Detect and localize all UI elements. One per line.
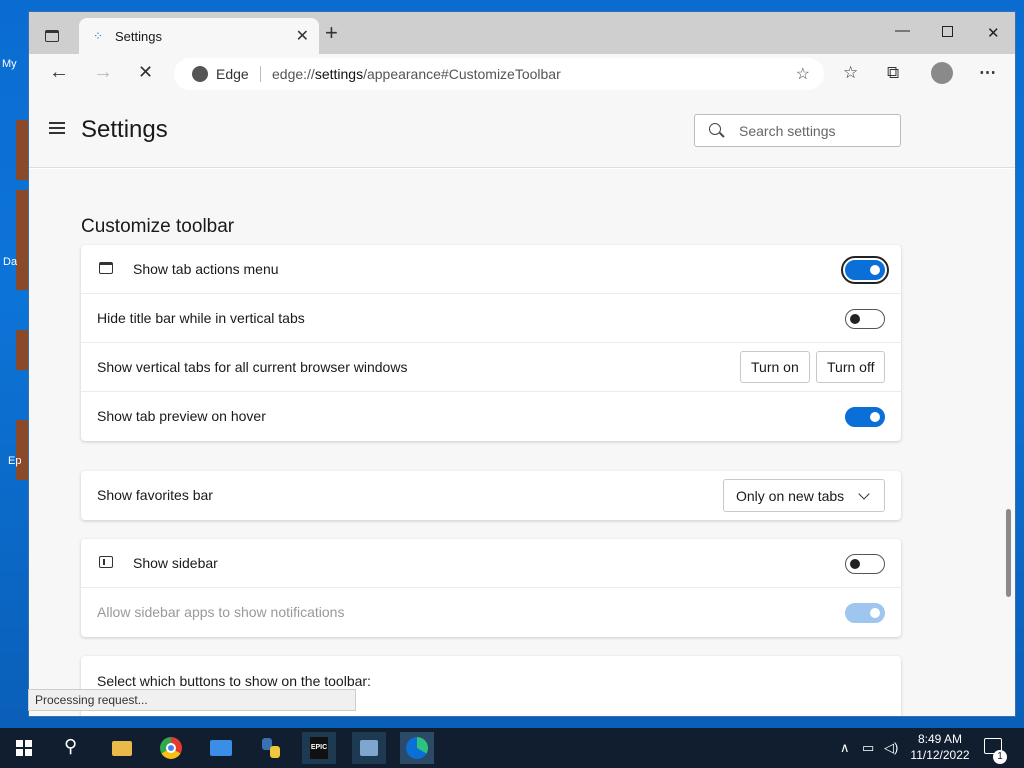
maximize-icon[interactable]	[942, 26, 953, 37]
taskbar: ⚲ EPIC ∧ ▭ ◁) 8:49 AM 11/12/2022 1	[0, 728, 1024, 768]
remote-desktop-icon[interactable]	[204, 732, 238, 764]
show-sidebar-toggle[interactable]	[845, 554, 885, 574]
stop-loading-icon[interactable]: ✕	[138, 62, 153, 82]
setting-row: Show tab actions menu	[81, 245, 901, 294]
page-scrollbar[interactable]	[1006, 509, 1011, 597]
setting-row: Show vertical tabs for all current brows…	[81, 343, 901, 392]
setting-label: Show vertical tabs for all current brows…	[97, 359, 408, 375]
setting-label: Select which buttons to show on the tool…	[97, 673, 371, 689]
chevron-down-icon	[858, 488, 870, 500]
tab-settings[interactable]: ⁘ Settings ✕	[79, 18, 319, 54]
search-icon[interactable]: ⚲	[64, 736, 77, 757]
network-icon[interactable]: ▭	[862, 740, 874, 756]
setting-row: Allow sidebar apps to show notifications	[81, 588, 901, 637]
favorites-bar-dropdown[interactable]: Only on new tabs	[723, 479, 885, 512]
close-window-icon[interactable]: ✕	[987, 24, 1000, 42]
turn-on-button[interactable]: Turn on	[740, 351, 810, 383]
sidebar-icon	[99, 556, 113, 568]
tab-strip: ⁘ Settings ✕ + — ✕	[29, 12, 1015, 54]
minimize-icon[interactable]: —	[895, 22, 910, 39]
tab-actions-icon[interactable]	[45, 30, 59, 42]
more-menu-icon[interactable]: ⋯	[979, 63, 996, 83]
address-divider	[260, 66, 261, 82]
setting-row: Hide title bar while in vertical tabs	[81, 294, 901, 343]
clock-time: 8:49 AM	[917, 732, 963, 746]
loading-icon: ⁘	[93, 29, 104, 43]
favorites-icon[interactable]: ☆	[843, 63, 858, 83]
setting-row: Show tab preview on hover	[81, 392, 901, 441]
address-toolbar: ← → ✕ Edge edge://settings/appearance#Cu…	[29, 54, 1015, 94]
epic-games-icon[interactable]: EPIC	[302, 732, 336, 764]
settings-header: Settings	[29, 94, 1015, 168]
tab-preview-toggle[interactable]	[845, 407, 885, 427]
notification-badge: 1	[993, 750, 1007, 764]
setting-label: Show sidebar	[133, 555, 218, 571]
setting-label: Hide title bar while in vertical tabs	[97, 310, 305, 326]
windows-start-icon[interactable]	[16, 740, 32, 756]
tab-actions-icon	[99, 262, 113, 274]
profile-avatar[interactable]	[931, 62, 953, 84]
favorites-bar-card: Show favorites bar Only on new tabs	[81, 471, 901, 520]
sidebar-notifications-toggle[interactable]	[845, 603, 885, 623]
python-icon[interactable]	[254, 732, 288, 764]
site-label: Edge	[216, 66, 249, 82]
settings-content: Customize toolbar Show tab actions menu …	[29, 169, 1015, 716]
turn-off-button[interactable]: Turn off	[816, 351, 886, 383]
hide-title-bar-toggle[interactable]	[845, 309, 885, 329]
new-tab-icon[interactable]: +	[325, 22, 338, 44]
url-text[interactable]: edge://settings/appearance#CustomizeTool…	[272, 66, 561, 82]
chevron-up-icon[interactable]: ∧	[840, 740, 850, 756]
setting-row: Show sidebar	[81, 539, 901, 588]
browser-window: ⁘ Settings ✕ + — ✕ ← → ✕ Edge edge://set…	[28, 11, 1016, 717]
setting-row: Show favorites bar Only on new tabs	[81, 471, 901, 520]
desktop-icon-label[interactable]: Ep	[8, 455, 21, 467]
chrome-icon[interactable]	[154, 732, 188, 764]
tabs-settings-card: Show tab actions menu Hide title bar whi…	[81, 245, 901, 441]
page-title: Settings	[81, 116, 168, 143]
menu-icon[interactable]	[49, 122, 65, 134]
desktop-icon-label[interactable]: My	[2, 58, 17, 70]
clock[interactable]: 8:49 AM 11/12/2022	[902, 731, 978, 763]
close-tab-icon[interactable]: ✕	[296, 26, 309, 46]
edge-taskbar-icon[interactable]	[400, 732, 434, 764]
sidebar-card: Show sidebar Allow sidebar apps to show …	[81, 539, 901, 637]
search-input[interactable]	[739, 123, 889, 139]
setting-label: Show favorites bar	[97, 487, 213, 503]
tab-title: Settings	[115, 29, 162, 44]
volume-icon[interactable]: ◁)	[884, 740, 898, 756]
back-icon[interactable]: ←	[49, 62, 69, 82]
add-favorite-icon[interactable]: ☆	[796, 64, 810, 84]
setting-label: Show tab preview on hover	[97, 408, 266, 424]
installer-icon[interactable]	[352, 732, 386, 764]
file-explorer-icon[interactable]	[104, 732, 138, 764]
status-bar: Processing request...	[28, 689, 356, 711]
show-tab-actions-toggle[interactable]	[841, 256, 889, 284]
collections-icon[interactable]: ⧉	[887, 63, 899, 83]
search-box[interactable]	[694, 114, 901, 147]
desktop-icon-label[interactable]: Da	[3, 256, 17, 268]
section-title: Customize toolbar	[81, 216, 235, 237]
address-bar[interactable]: Edge edge://settings/appearance#Customiz…	[174, 58, 824, 90]
setting-label: Show tab actions menu	[133, 261, 279, 277]
forward-icon[interactable]: →	[93, 62, 113, 82]
setting-label: Allow sidebar apps to show notifications	[97, 604, 345, 620]
edge-logo-icon	[192, 66, 208, 82]
search-icon	[709, 123, 721, 135]
clock-date: 11/12/2022	[910, 748, 970, 762]
dropdown-value: Only on new tabs	[736, 488, 845, 504]
